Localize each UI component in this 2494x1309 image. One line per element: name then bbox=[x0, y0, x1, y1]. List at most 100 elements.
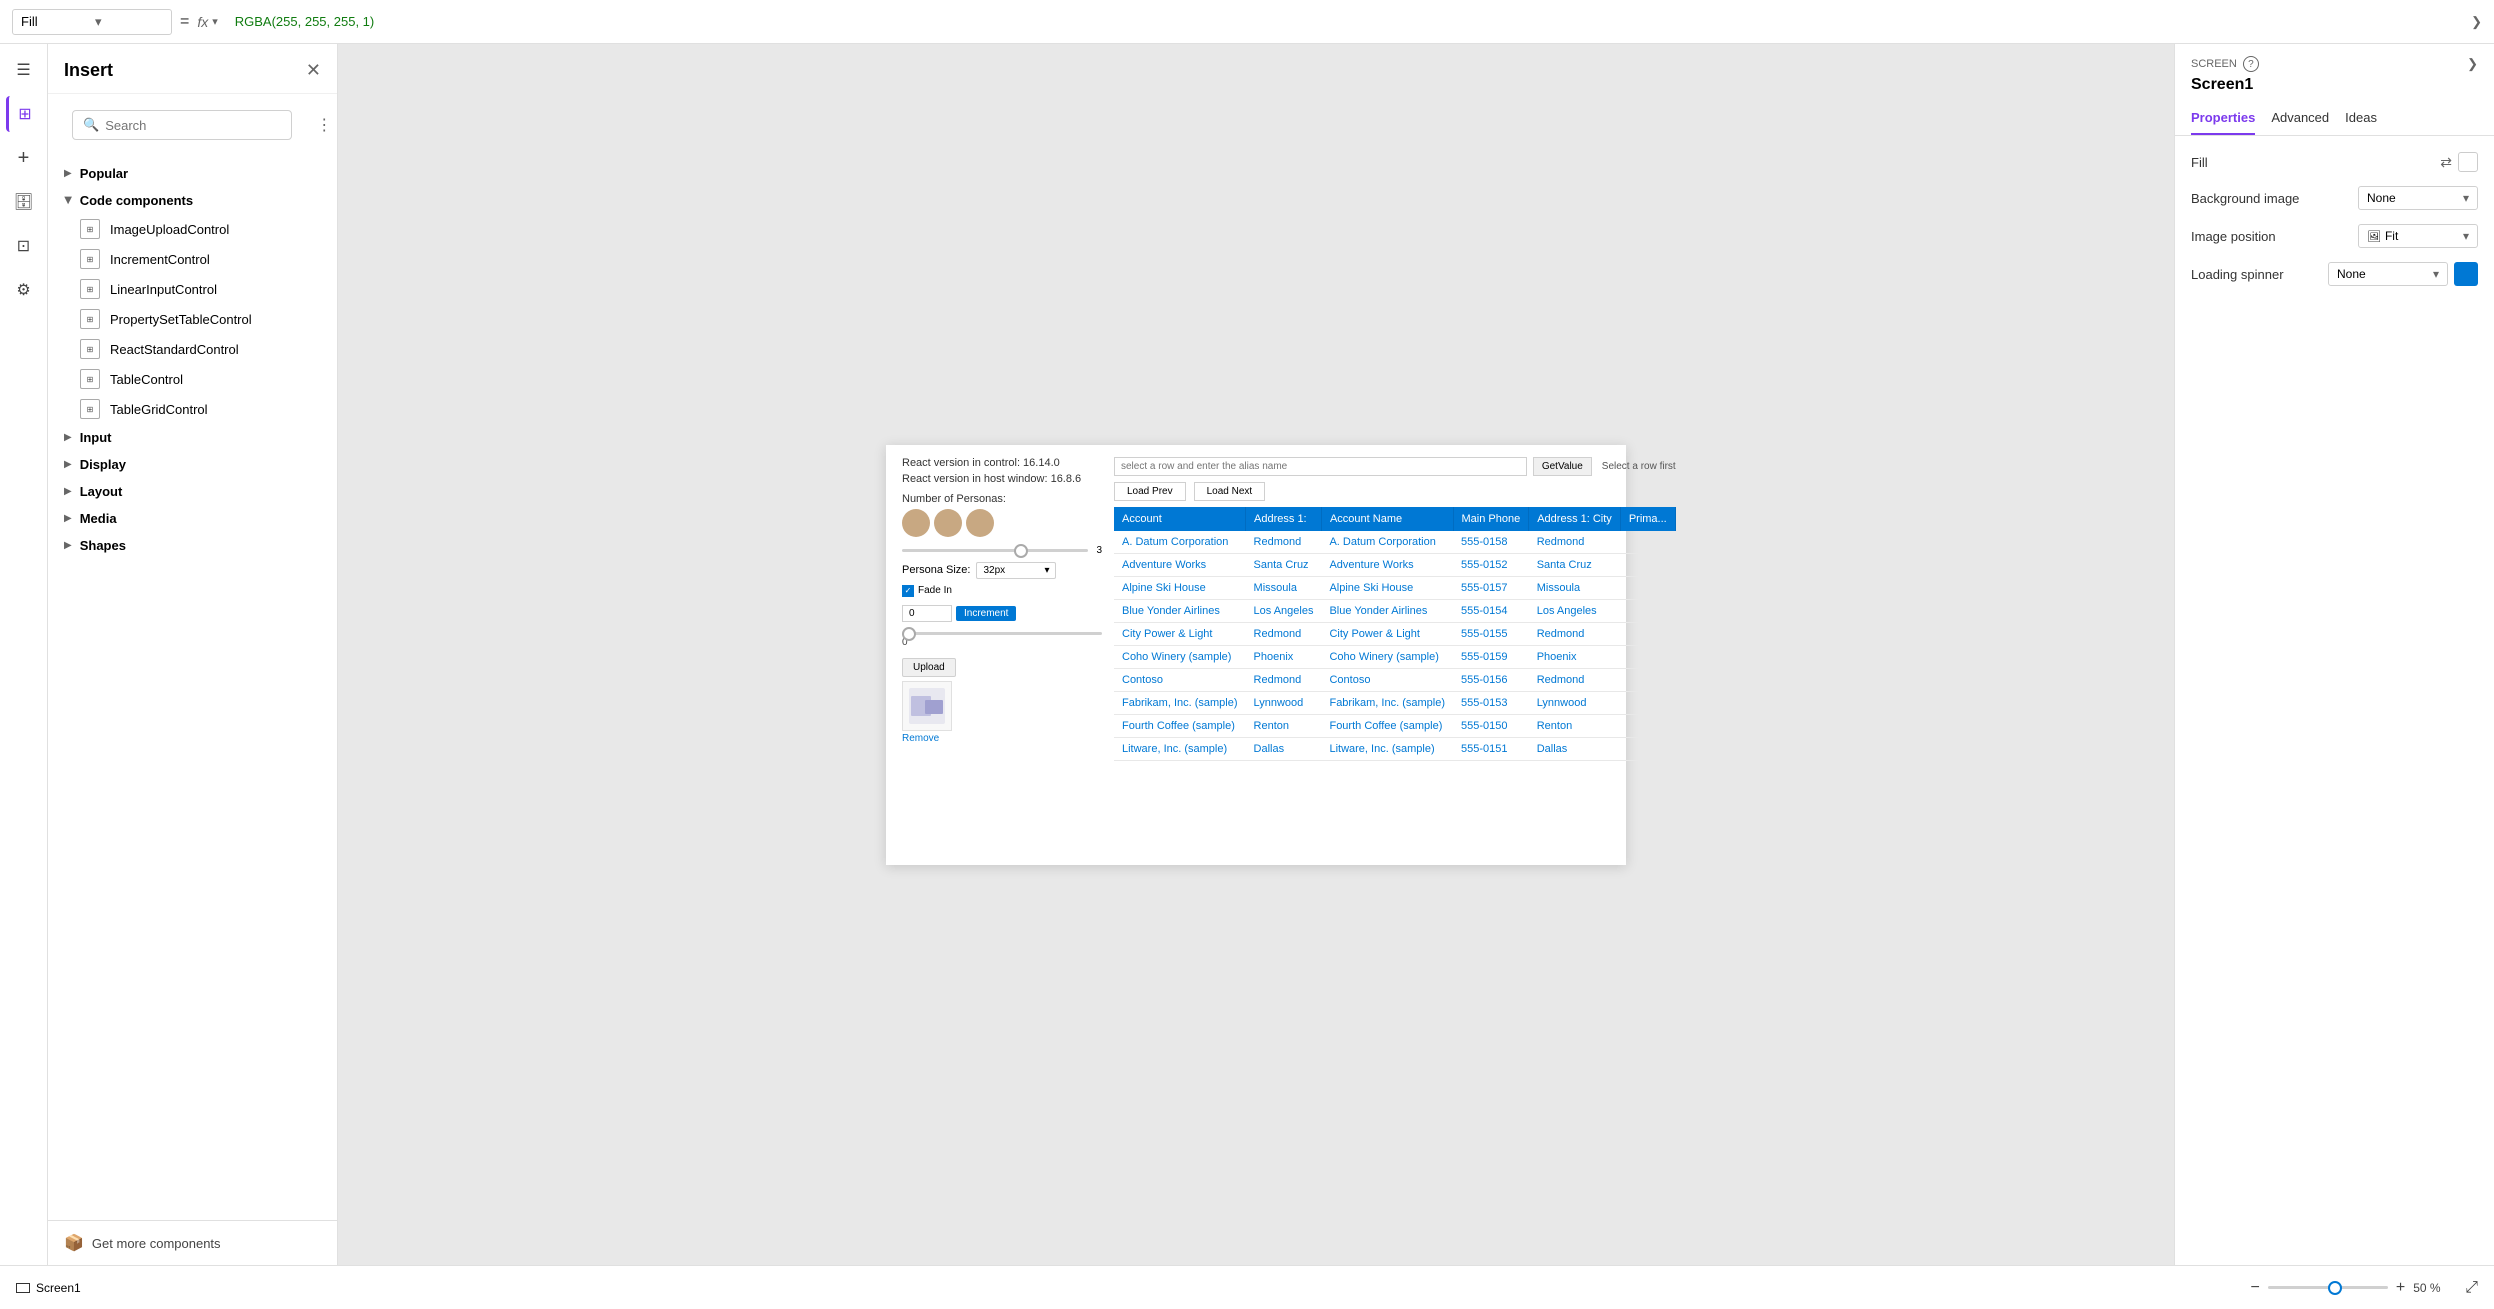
tab-advanced[interactable]: Advanced bbox=[2271, 102, 2329, 135]
size-chevron-icon: ▾ bbox=[1044, 565, 1049, 576]
zoom-slider[interactable] bbox=[2268, 1286, 2388, 1289]
linearinput-label: LinearInputControl bbox=[110, 282, 217, 297]
loading-spinner-button[interactable] bbox=[2454, 262, 2478, 286]
hamburger-menu-icon[interactable]: ☰ bbox=[6, 52, 42, 88]
zoom-plus-button[interactable]: + bbox=[2396, 1279, 2405, 1297]
section-shapes[interactable]: ▶ Shapes bbox=[48, 532, 337, 559]
fx-area: fx ▾ bbox=[197, 14, 217, 30]
screen-label: Screen1 bbox=[16, 1281, 81, 1295]
display-label: Display bbox=[80, 457, 126, 472]
fade-checkbox[interactable]: ✓ bbox=[902, 585, 914, 597]
load-prev-button[interactable]: Load Prev bbox=[1114, 482, 1186, 501]
props-chevron-icon[interactable]: ❯ bbox=[2467, 56, 2478, 72]
table-cell bbox=[1620, 553, 1675, 576]
table-row[interactable]: City Power & LightRedmondCity Power & Li… bbox=[1114, 622, 1675, 645]
expand-icon[interactable]: ⊡ bbox=[6, 228, 42, 264]
screen-label-text: SCREEN bbox=[2191, 58, 2237, 70]
formula-value: RGBA(255, 255, 255, 1) bbox=[235, 14, 374, 29]
increment-input[interactable] bbox=[902, 605, 952, 622]
table-row[interactable]: Fourth Coffee (sample)RentonFourth Coffe… bbox=[1114, 714, 1675, 737]
component-tablecontrol[interactable]: ⊞ TableControl bbox=[48, 364, 337, 394]
collapse-icon[interactable]: ❯ bbox=[2471, 14, 2482, 30]
table-cell: 555-0150 bbox=[1453, 714, 1529, 737]
section-layout[interactable]: ▶ Layout bbox=[48, 478, 337, 505]
icon-rail: ☰ ⊞ + 🗄 ⊡ ⚙ bbox=[0, 44, 48, 1265]
react-version-host: React version in host window: 16.8.6 bbox=[902, 473, 1102, 485]
table-row[interactable]: A. Datum CorporationRedmondA. Datum Corp… bbox=[1114, 531, 1675, 554]
component-tablegrid[interactable]: ⊞ TableGridControl bbox=[48, 394, 337, 424]
chevron-shapes-icon: ▶ bbox=[64, 540, 72, 551]
table-row[interactable]: Fabrikam, Inc. (sample)LynnwoodFabrikam,… bbox=[1114, 691, 1675, 714]
fill-swatch[interactable] bbox=[2458, 152, 2478, 172]
upload-area: Upload Remove bbox=[902, 658, 1102, 744]
remove-button[interactable]: Remove bbox=[902, 733, 939, 744]
tab-properties[interactable]: Properties bbox=[2191, 102, 2255, 135]
table-cell bbox=[1620, 691, 1675, 714]
image-position-dropdown[interactable]: 🖼 Fit ▾ bbox=[2358, 224, 2478, 248]
loading-spinner-dropdown[interactable]: None ▾ bbox=[2328, 262, 2448, 286]
alias-row: GetValue Select a row first bbox=[1114, 457, 1676, 476]
bg-image-value: None bbox=[2367, 191, 2396, 205]
slider-value: 3 bbox=[1096, 545, 1102, 556]
close-button[interactable]: ✕ bbox=[306, 60, 321, 81]
chevron-layout-icon: ▶ bbox=[64, 486, 72, 497]
section-popular[interactable]: ▶ Popular bbox=[48, 160, 337, 187]
component-increment[interactable]: ⊞ IncrementControl bbox=[48, 244, 337, 274]
loading-spinner-value: None ▾ bbox=[2328, 262, 2478, 286]
table-row[interactable]: Alpine Ski HouseMissoulaAlpine Ski House… bbox=[1114, 576, 1675, 599]
get-more-button[interactable]: 📦 Get more components bbox=[48, 1220, 337, 1265]
bottom-bar: Screen1 − + 50 % ⤢ bbox=[0, 1265, 2494, 1309]
data-icon[interactable]: 🗄 bbox=[6, 184, 42, 220]
col-city: Address 1: City bbox=[1529, 507, 1621, 531]
insert-icon[interactable]: ⊞ bbox=[6, 96, 42, 132]
preview-card: React version in control: 16.14.0 React … bbox=[886, 445, 1626, 865]
expand-button[interactable]: ⤢ bbox=[2465, 1279, 2478, 1297]
section-input[interactable]: ▶ Input bbox=[48, 424, 337, 451]
table-cell: 555-0159 bbox=[1453, 645, 1529, 668]
component-propertyset[interactable]: ⊞ PropertySetTableControl bbox=[48, 304, 337, 334]
table-row[interactable]: Litware, Inc. (sample)DallasLitware, Inc… bbox=[1114, 737, 1675, 760]
question-icon[interactable]: ? bbox=[2243, 56, 2259, 72]
get-more-label: Get more components bbox=[92, 1236, 221, 1251]
zoom-minus-button[interactable]: − bbox=[2251, 1279, 2260, 1297]
data-table: Account Address 1: Account Name Main Pho… bbox=[1114, 507, 1676, 761]
increment-button[interactable]: Increment bbox=[956, 606, 1016, 621]
section-code-components[interactable]: ▶ Code components bbox=[48, 187, 337, 214]
fill-fx-icon[interactable]: ⇄ bbox=[2440, 154, 2452, 171]
imageupload-label: ImageUploadControl bbox=[110, 222, 229, 237]
table-cell: Los Angeles bbox=[1246, 599, 1322, 622]
shapes-label: Shapes bbox=[80, 538, 126, 553]
section-display[interactable]: ▶ Display bbox=[48, 451, 337, 478]
persona-slider[interactable] bbox=[902, 549, 1088, 552]
component-imageupload[interactable]: ⊞ ImageUploadControl bbox=[48, 214, 337, 244]
table-row[interactable]: ContosoRedmondContoso555-0156Redmond bbox=[1114, 668, 1675, 691]
settings-icon[interactable]: ⚙ bbox=[6, 272, 42, 308]
propertyset-icon: ⊞ bbox=[80, 309, 100, 329]
table-cell: Lynnwood bbox=[1246, 691, 1322, 714]
load-next-button[interactable]: Load Next bbox=[1194, 482, 1266, 501]
table-cell: Fourth Coffee (sample) bbox=[1321, 714, 1453, 737]
table-cell: Litware, Inc. (sample) bbox=[1321, 737, 1453, 760]
bg-image-dropdown[interactable]: None ▾ bbox=[2358, 186, 2478, 210]
table-cell: 555-0156 bbox=[1453, 668, 1529, 691]
upload-preview bbox=[902, 681, 952, 731]
upload-button[interactable]: Upload bbox=[902, 658, 956, 677]
slider2-track[interactable] bbox=[902, 632, 1102, 635]
fill-label: Fill bbox=[21, 14, 89, 29]
search-input[interactable] bbox=[105, 118, 281, 133]
increment-icon: ⊞ bbox=[80, 249, 100, 269]
react-version-control: React version in control: 16.14.0 bbox=[902, 457, 1102, 469]
component-linearinput[interactable]: ⊞ LinearInputControl bbox=[48, 274, 337, 304]
get-value-button[interactable]: GetValue bbox=[1533, 457, 1592, 476]
tab-ideas[interactable]: Ideas bbox=[2345, 102, 2377, 135]
formula-bar[interactable]: RGBA(255, 255, 255, 1) bbox=[226, 9, 2463, 34]
table-row[interactable]: Adventure WorksSanta CruzAdventure Works… bbox=[1114, 553, 1675, 576]
alias-input[interactable] bbox=[1114, 457, 1527, 476]
component-reactstandard[interactable]: ⊞ ReactStandardControl bbox=[48, 334, 337, 364]
add-icon[interactable]: + bbox=[6, 140, 42, 176]
section-media[interactable]: ▶ Media bbox=[48, 505, 337, 532]
persona-size-dropdown[interactable]: 32px ▾ bbox=[976, 562, 1056, 579]
table-row[interactable]: Blue Yonder AirlinesLos AngelesBlue Yond… bbox=[1114, 599, 1675, 622]
table-row[interactable]: Coho Winery (sample)PhoenixCoho Winery (… bbox=[1114, 645, 1675, 668]
fill-dropdown[interactable]: Fill ▾ bbox=[12, 9, 172, 35]
